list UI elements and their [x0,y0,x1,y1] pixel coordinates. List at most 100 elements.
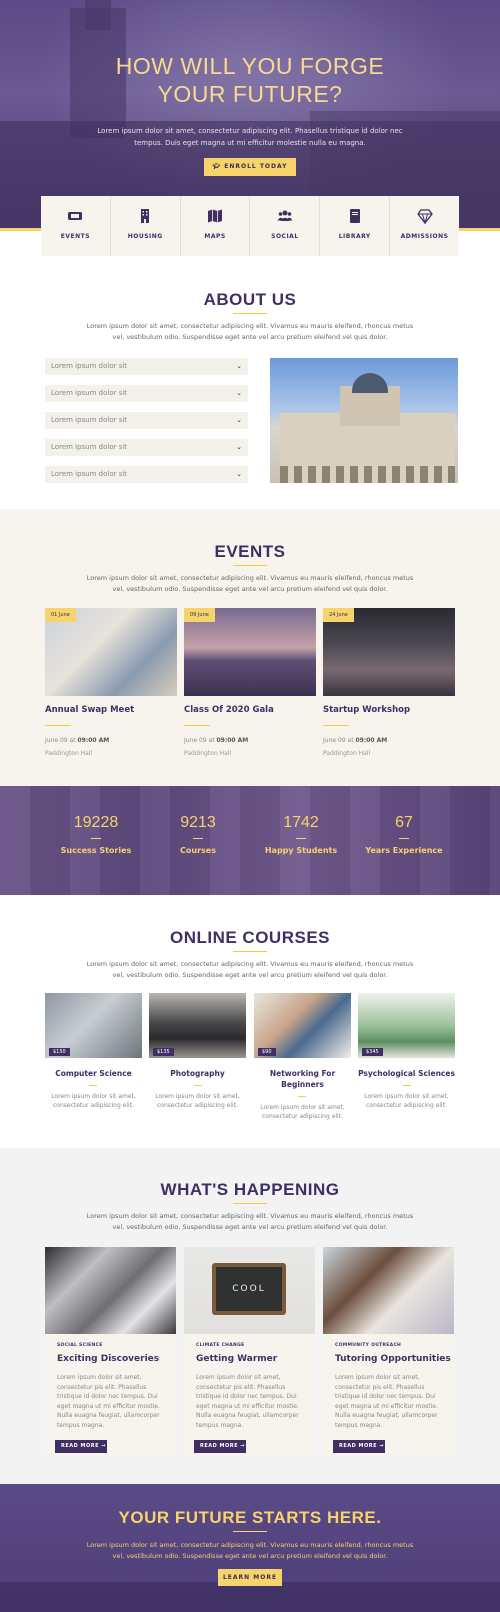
map-icon [208,209,223,223]
diamond-icon [416,209,433,224]
course-title[interactable]: Psychological Sciences [358,1068,455,1079]
arrow-right-icon: → [379,1443,384,1449]
tile-library[interactable]: LIBRARY [320,196,391,256]
news-title[interactable]: Getting Warmer [196,1354,277,1364]
news-image[interactable]: COOL [184,1247,315,1334]
building-icon [141,209,150,223]
book-icon [349,209,360,223]
event-date-tag: 24 June [323,608,354,622]
course-price: $90 [258,1048,276,1056]
courses-title-underline [233,951,267,952]
tile-housing[interactable]: HOUSING [110,196,181,256]
tile-label: HOUSING [127,233,163,240]
accordion-item[interactable]: Lorem ipsum dolor sit ⌄ [45,439,248,456]
news-text: Lorem ipsum dolor sit amet, consectetur … [57,1374,160,1429]
news-image[interactable] [323,1247,454,1334]
page: HOW WILL YOU FORGE YOUR FUTURE? Lorem ip… [0,0,500,1612]
events-title-underline [233,565,267,566]
course-image[interactable]: $345 [358,993,455,1058]
event-time: 09:00 AM [216,737,249,744]
course-description: Lorem ipsum dolor sit amet, consectetur … [51,1093,136,1109]
arrow-right-icon: → [240,1443,245,1449]
accordion-item[interactable]: Lorem ipsum dolor sit ⌄ [45,358,248,375]
event-date: June 09 at [45,737,76,744]
course-divider [298,1096,306,1097]
accordion-label: Lorem ipsum dolor sit [51,470,128,478]
event-location: Paddington Hall [184,750,232,757]
graduation-cap-icon: 🎓︎ [212,163,222,170]
event-datetime: June 09 at 09:00 AM [45,737,109,744]
course-description: Lorem ipsum dolor sit amet, consectetur … [364,1093,449,1109]
arrow-right-icon: → [101,1443,106,1449]
event-datetime: June 09 at 09:00 AM [184,737,248,744]
stat-divider [91,838,101,839]
about-title: ABOUT US [203,290,297,309]
event-datetime: June 09 at 09:00 AM [323,737,387,744]
news-image[interactable] [45,1247,176,1334]
accordion-item[interactable]: Lorem ipsum dolor sit ⌄ [45,385,248,402]
stat-label: Happy Students [264,846,338,855]
event-title[interactable]: Startup Workshop [323,705,410,715]
stat-number: 9213 [180,814,216,831]
stat-number: 19228 [73,814,119,831]
event-image[interactable]: 09 June [184,608,316,696]
course-price: $135 [153,1048,174,1056]
learn-more-button[interactable]: LEARN MORE [218,1569,282,1586]
users-icon [277,210,293,221]
cta-building [0,1582,500,1612]
tile-events[interactable]: EVENTS [41,196,111,256]
event-title[interactable]: Class Of 2020 Gala [184,705,274,715]
tile-maps[interactable]: MAPS [180,196,251,256]
chevron-down-icon: ⌄ [236,416,242,424]
news-card: COOL CLIMATE CHANGE Getting Warmer Lorem… [184,1247,315,1458]
read-more-button[interactable]: READ MORE → [333,1440,385,1453]
stat-years-experience: 67 Years Experience [349,814,459,855]
photo-dome [352,373,388,393]
course-divider [89,1085,97,1086]
courses-text: Lorem ipsum dolor sit amet, consectetur … [86,960,414,979]
cta-title: YOUR FUTURE STARTS HERE. [118,1508,382,1527]
courses-title: ONLINE COURSES [169,928,331,947]
course-title[interactable]: Photography [149,1068,246,1079]
quick-links: EVENTS HOUSING MAPS SOCIAL LIBRARY ADMIS… [41,196,459,256]
course-price: $150 [49,1048,70,1056]
news-category: SOCIAL SCIENCE [57,1343,103,1348]
event-image[interactable]: 24 June [323,608,455,696]
accordion-item[interactable]: Lorem ipsum dolor sit ⌄ [45,412,248,429]
accordion-item[interactable]: Lorem ipsum dolor sit ⌄ [45,466,248,483]
tile-admissions[interactable]: ADMISSIONS [390,196,459,256]
about-title-underline [233,313,267,314]
event-time: 09:00 AM [355,737,388,744]
hero-title: HOW WILL YOU FORGE YOUR FUTURE? [0,52,500,108]
event-location: Paddington Hall [323,750,371,757]
course-description: Lorem ipsum dolor sit amet, consectetur … [260,1104,345,1120]
news-category: CLIMATE CHANGE [196,1343,245,1348]
cta-title-underline [233,1531,267,1532]
read-more-label: READ MORE [200,1443,239,1449]
cta-text: Lorem ipsum dolor sit amet, consectetur … [86,1541,414,1560]
course-image[interactable]: $135 [149,993,246,1058]
course-divider [194,1085,202,1086]
news-text: Lorem ipsum dolor sit amet, consectetur … [335,1374,438,1429]
event-divider [45,725,71,726]
news-title[interactable]: Exciting Discoveries [57,1354,159,1364]
event-image[interactable]: 01 June [45,608,177,696]
course-image[interactable]: $150 [45,993,142,1058]
course-title[interactable]: Computer Science [45,1068,142,1079]
course-title[interactable]: Networking For Beginners [254,1068,351,1090]
chevron-down-icon: ⌄ [236,443,242,451]
enroll-button-label: ENROLL TODAY [224,163,288,170]
read-more-button[interactable]: READ MORE → [194,1440,246,1453]
events-text: Lorem ipsum dolor sit amet, consectetur … [86,574,414,593]
news-card: SOCIAL SCIENCE Exciting Discoveries Lore… [45,1247,176,1458]
course-price: $345 [362,1048,383,1056]
hero-tower-top [85,0,111,30]
event-title[interactable]: Annual Swap Meet [45,705,134,715]
tile-label: EVENTS [60,233,91,240]
news-title[interactable]: Tutoring Opportunities [335,1354,451,1364]
tile-social[interactable]: SOCIAL [250,196,321,256]
course-image[interactable]: $90 [254,993,351,1058]
event-date-tag: 01 June [45,608,76,622]
read-more-button[interactable]: READ MORE → [55,1440,107,1453]
enroll-button[interactable]: 🎓︎ ENROLL TODAY [204,158,296,176]
